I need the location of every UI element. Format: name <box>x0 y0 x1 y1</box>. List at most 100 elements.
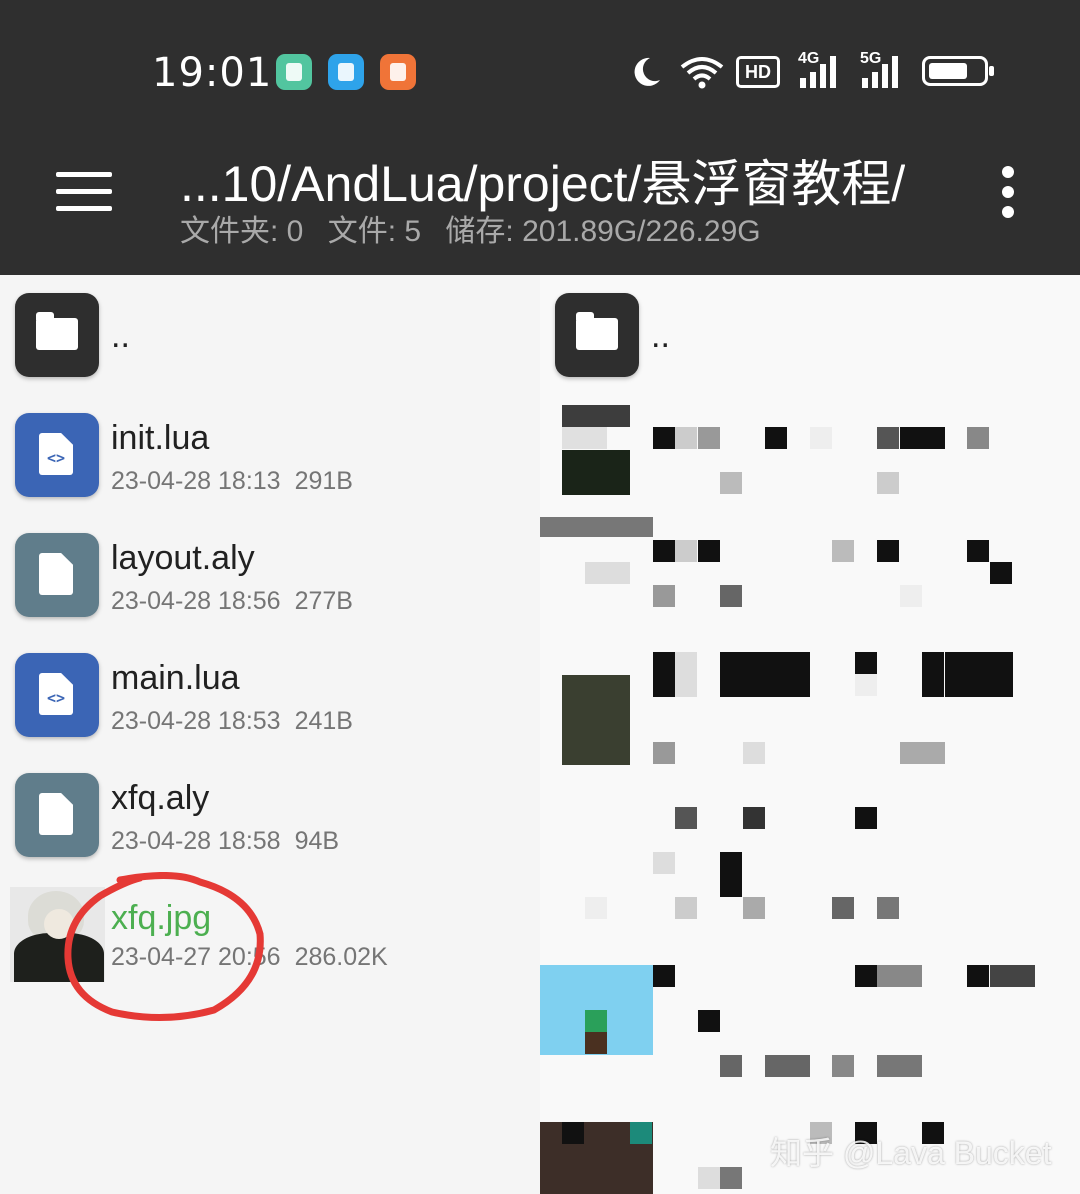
mosaic-block <box>855 807 877 829</box>
file-meta: 23-04-28 18:53 241B <box>111 707 367 736</box>
mosaic-block <box>585 1010 607 1032</box>
mosaic-block <box>698 540 720 562</box>
parent-folder-row[interactable]: .. <box>540 287 1080 407</box>
wifi-icon <box>678 54 726 90</box>
file-date: 23-04-28 18:13 <box>111 467 281 495</box>
mosaic-block <box>675 427 697 449</box>
file-row-layout-aly[interactable]: layout.aly 23-04-28 18:56 277B <box>0 527 540 647</box>
mosaic-block <box>653 427 675 449</box>
directory-stats: 文件夹: 0 文件: 5 储存: 201.89G/226.29G <box>180 206 777 250</box>
mosaic-block <box>540 517 653 537</box>
file-row-init-lua[interactable]: <> init.lua 23-04-28 18:13 291B <box>0 407 540 527</box>
file-meta: 23-04-28 18:13 291B <box>111 467 367 496</box>
mosaic-block <box>765 1055 810 1077</box>
mosaic-block <box>743 742 765 764</box>
mosaic-block <box>562 405 630 427</box>
moon-icon <box>630 54 662 90</box>
mosaic-block <box>967 540 989 562</box>
mosaic-block <box>877 965 922 987</box>
parent-folder-label: .. <box>651 317 670 355</box>
mosaic-block <box>877 427 899 449</box>
file-date: 23-04-28 18:53 <box>111 707 281 735</box>
folder-icon <box>15 293 99 377</box>
mosaic-block <box>855 965 877 987</box>
hamburger-menu-icon[interactable] <box>56 172 112 212</box>
mosaic-block <box>945 652 1013 697</box>
parent-folder-row[interactable]: .. <box>0 287 540 407</box>
lua-code-file-icon: <> <box>15 653 99 737</box>
mosaic-block <box>675 540 697 562</box>
clock: 19:01 <box>152 50 273 96</box>
mosaic-block <box>832 540 854 562</box>
mosaic-block <box>765 427 787 449</box>
parent-folder-label: .. <box>111 317 130 355</box>
file-row-main-lua[interactable]: <> main.lua 23-04-28 18:53 241B <box>0 647 540 767</box>
file-name: main.lua <box>111 659 240 697</box>
mosaic-block <box>585 897 607 919</box>
file-date: 23-04-28 18:58 <box>111 827 281 855</box>
mosaic-block <box>810 427 832 449</box>
mosaic-block <box>743 807 765 829</box>
signal-5g-icon: 5G <box>858 50 902 90</box>
mosaic-block <box>653 742 675 764</box>
mosaic-block <box>855 652 877 674</box>
file-name: xfq.aly <box>111 779 210 817</box>
mosaic-block <box>698 1167 720 1189</box>
folder-icon <box>555 293 639 377</box>
file-row-xfq-aly[interactable]: xfq.aly 23-04-28 18:58 94B <box>0 767 540 887</box>
storage-usage: 储存: 201.89G/226.29G <box>445 215 761 248</box>
lua-code-file-icon: <> <box>15 413 99 497</box>
mosaic-block <box>562 427 607 449</box>
file-size: 241B <box>294 707 353 735</box>
mosaic-block <box>922 652 944 697</box>
mosaic-block <box>675 652 697 697</box>
right-file-pane: .. <box>540 275 1080 1194</box>
folder-count: 文件夹: 0 <box>180 215 304 248</box>
mosaic-block <box>653 585 675 607</box>
mosaic-block <box>877 1055 922 1077</box>
left-file-pane: .. <> init.lua 23-04-28 18:13 291B layout… <box>0 275 540 1194</box>
mosaic-block <box>900 585 922 607</box>
battery-icon <box>922 56 994 86</box>
mosaic-block <box>698 427 720 449</box>
mosaic-block <box>877 897 899 919</box>
mosaic-block <box>900 427 945 449</box>
mosaic-block <box>585 1032 607 1054</box>
mosaic-block <box>675 807 697 829</box>
mosaic-block <box>653 652 675 697</box>
mosaic-block <box>743 897 765 919</box>
mosaic-block <box>720 585 742 607</box>
file-meta: 23-04-28 18:58 94B <box>111 827 353 856</box>
mosaic-block <box>562 1122 584 1144</box>
mosaic-block <box>877 472 899 494</box>
app-toolbar: ...10/AndLua/project/悬浮窗教程/ 文件夹: 0 文件: 5… <box>0 140 1080 275</box>
mosaic-block <box>653 852 675 874</box>
mosaic-block <box>720 1055 742 1077</box>
mosaic-block <box>720 852 742 897</box>
mosaic-block <box>990 562 1012 584</box>
mosaic-block <box>832 897 854 919</box>
mosaic-block <box>653 965 675 987</box>
mosaic-block <box>698 1010 720 1032</box>
file-size: 286.02K <box>294 943 388 971</box>
file-size: 277B <box>294 587 353 615</box>
more-options-icon[interactable] <box>996 166 1020 218</box>
mosaic-block <box>562 675 630 765</box>
file-meta: 23-04-28 18:56 277B <box>111 587 367 616</box>
mosaic-block <box>877 540 899 562</box>
mosaic-block <box>653 540 675 562</box>
mosaic-block <box>832 1055 854 1077</box>
document-file-icon <box>15 773 99 857</box>
document-file-icon <box>15 533 99 617</box>
file-size: 94B <box>294 827 340 855</box>
mosaic-block <box>675 897 697 919</box>
file-date: 23-04-28 18:56 <box>111 587 281 615</box>
file-count: 文件: 5 <box>327 215 422 248</box>
file-size: 291B <box>294 467 353 495</box>
mosaic-block <box>967 427 989 449</box>
file-name: init.lua <box>111 419 210 457</box>
green-app-icon <box>276 54 312 90</box>
mosaic-block <box>967 965 989 987</box>
status-bar: 19:01 HD 4G 5G <box>0 0 1080 140</box>
mosaic-block <box>720 472 742 494</box>
